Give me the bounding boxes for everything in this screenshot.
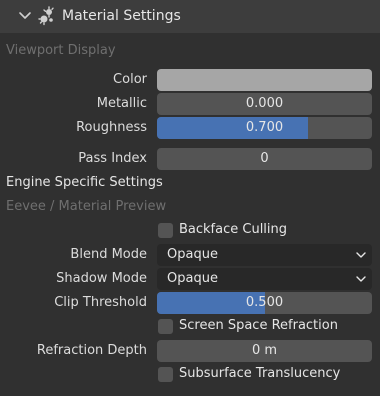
clip-threshold-value: 0.500 [245,295,284,310]
roughness-slider[interactable]: 0.700 [157,117,372,139]
backface-culling-label[interactable]: Backface Culling [179,222,287,237]
screen-space-refraction-checkbox[interactable] [158,319,173,334]
metallic-value: 0.000 [245,96,284,111]
engine-specific-section: Engine Specific Settings [0,172,380,194]
blend-mode-label: Blend Mode [70,247,147,262]
chevron-down-icon[interactable] [18,10,32,22]
metallic-slider[interactable]: 0.000 [157,93,372,115]
pass-index-value: 0 [260,151,269,166]
color-row: Color [0,69,380,91]
pass-index-row: Pass Index 0 [0,148,380,170]
screen-space-refraction-row: Screen Space Refraction [0,316,380,338]
clip-threshold-row: Clip Threshold 0.500 [0,292,380,314]
section-label-engine-specific: Engine Specific Settings [6,175,163,190]
roughness-value: 0.700 [245,120,284,135]
pass-index-field[interactable]: 0 [157,148,372,170]
refraction-depth-field[interactable]: 0 m [157,340,372,362]
clip-threshold-label: Clip Threshold [54,295,147,310]
eevee-section: Eevee / Material Preview [0,196,380,218]
material-settings-icon [38,6,54,26]
shadow-mode-row: Shadow Mode Opaque [0,268,380,290]
viewport-display-section: Viewport Display [0,40,380,62]
screen-space-refraction-label[interactable]: Screen Space Refraction [179,318,338,333]
color-label: Color [113,72,147,87]
section-label-eevee-preview: Eevee / Material Preview [6,199,167,214]
blend-mode-dropdown[interactable]: Opaque [157,244,372,266]
shadow-mode-label: Shadow Mode [56,271,147,286]
refraction-depth-label: Refraction Depth [36,343,147,358]
blend-mode-value: Opaque [167,247,218,262]
section-label-viewport-display: Viewport Display [6,43,116,58]
panel-title: Material Settings [62,8,181,24]
shadow-mode-dropdown[interactable]: Opaque [157,268,372,290]
metallic-label: Metallic [96,96,147,111]
color-swatch[interactable] [157,69,372,91]
shadow-mode-value: Opaque [167,271,218,286]
subsurface-translucency-row: Subsurface Translucency [0,364,380,386]
clip-threshold-slider[interactable]: 0.500 [157,292,372,314]
subsurface-translucency-label[interactable]: Subsurface Translucency [179,366,340,381]
material-settings-header[interactable]: Material Settings [0,0,380,33]
chevron-down-icon [356,252,366,258]
roughness-label: Roughness [76,120,147,135]
blend-mode-row: Blend Mode Opaque [0,244,380,266]
backface-culling-checkbox[interactable] [158,223,173,238]
chevron-down-icon [356,276,366,282]
roughness-row: Roughness 0.700 [0,117,380,139]
refraction-depth-row: Refraction Depth 0 m [0,340,380,362]
backface-culling-row: Backface Culling [0,220,380,242]
pass-index-label: Pass Index [78,151,147,166]
metallic-row: Metallic 0.000 [0,93,380,115]
subsurface-translucency-checkbox[interactable] [158,367,173,382]
roughness-slider-fill [157,117,308,139]
refraction-depth-value: 0 m [251,343,278,358]
